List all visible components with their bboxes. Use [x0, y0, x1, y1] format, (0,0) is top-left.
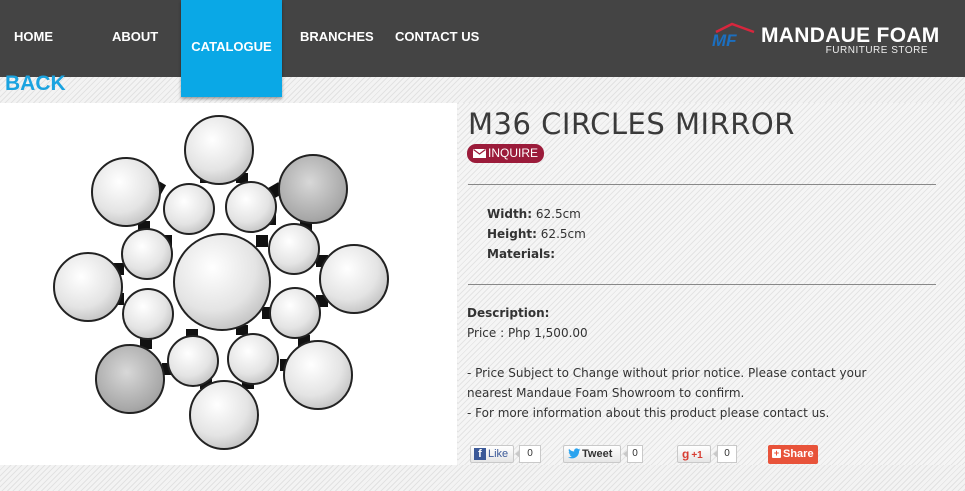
- tweet-count: 0: [623, 445, 643, 463]
- back-link[interactable]: BACK: [5, 72, 66, 96]
- logo-subtitle: FURNITURE STORE: [825, 45, 928, 56]
- twitter-bird-icon: [568, 447, 581, 458]
- facebook-like-widget: f Like 0: [470, 445, 544, 463]
- product-details: M36 CIRCLES MIRROR INQUIRE Width: 62.5cm…: [458, 103, 965, 465]
- facebook-icon: f: [474, 448, 486, 460]
- spec-height: Height: 62.5cm: [487, 227, 586, 241]
- spec-width-value: 62.5cm: [535, 207, 581, 221]
- google-plusone-button[interactable]: g +1: [677, 445, 711, 463]
- plus-icon: +: [772, 447, 781, 458]
- google-plusone-count: 0: [713, 445, 737, 463]
- product-title: M36 CIRCLES MIRROR: [468, 107, 795, 141]
- nav-branches[interactable]: BRANCHES: [300, 0, 374, 77]
- spec-width-label: Width:: [487, 207, 533, 221]
- nav-catalogue[interactable]: CATALOGUE: [181, 0, 282, 97]
- nav-contact-us[interactable]: CONTACT US: [395, 0, 479, 77]
- google-plus-icon: g: [682, 447, 690, 461]
- nav-home[interactable]: HOME: [14, 0, 53, 77]
- price-line: Price : Php 1,500.00: [467, 326, 588, 340]
- contact-notice: - For more information about this produc…: [467, 406, 830, 420]
- twitter-tweet-widget: Tweet 0: [563, 445, 653, 463]
- spec-materials: Materials:: [487, 247, 555, 261]
- spec-height-label: Height:: [487, 227, 537, 241]
- price-notice: - Price Subject to Change without prior …: [467, 366, 867, 380]
- spec-width: Width: 62.5cm: [487, 207, 581, 221]
- facebook-like-button[interactable]: f Like: [470, 445, 514, 463]
- svg-text:MF: MF: [712, 31, 737, 48]
- inquire-button[interactable]: INQUIRE: [467, 144, 545, 163]
- tweet-button[interactable]: Tweet: [563, 445, 621, 463]
- spec-materials-label: Materials:: [487, 247, 556, 261]
- mandaue-foam-logo[interactable]: MF MANDAUE FOAM FURNITURE STORE: [710, 22, 939, 62]
- facebook-like-label: Like: [488, 448, 509, 460]
- description-label: Description:: [467, 306, 550, 320]
- google-plusone-label: +1: [691, 450, 703, 461]
- inquire-label: INQUIRE: [488, 146, 539, 160]
- google-plusone-widget: g +1 0: [677, 445, 757, 463]
- nav-about[interactable]: ABOUT: [112, 0, 158, 77]
- share-label: Share: [783, 448, 814, 460]
- spec-height-value: 62.5cm: [540, 227, 586, 241]
- product-image: [0, 103, 457, 465]
- top-navigation-bar: HOME ABOUT BRANCHES CONTACT US MF MANDAU…: [0, 0, 965, 77]
- envelope-icon: [473, 149, 486, 159]
- facebook-like-count: 0: [515, 445, 541, 463]
- mf-logo-icon: MF: [712, 22, 755, 48]
- share-button[interactable]: + Share: [768, 445, 818, 464]
- tweet-label: Tweet: [582, 448, 613, 460]
- price-notice-continued: nearest Mandaue Foam Showroom to confirm…: [467, 386, 745, 400]
- circles-mirror-illustration: [53, 115, 389, 450]
- divider: [468, 284, 936, 285]
- divider: [468, 184, 936, 185]
